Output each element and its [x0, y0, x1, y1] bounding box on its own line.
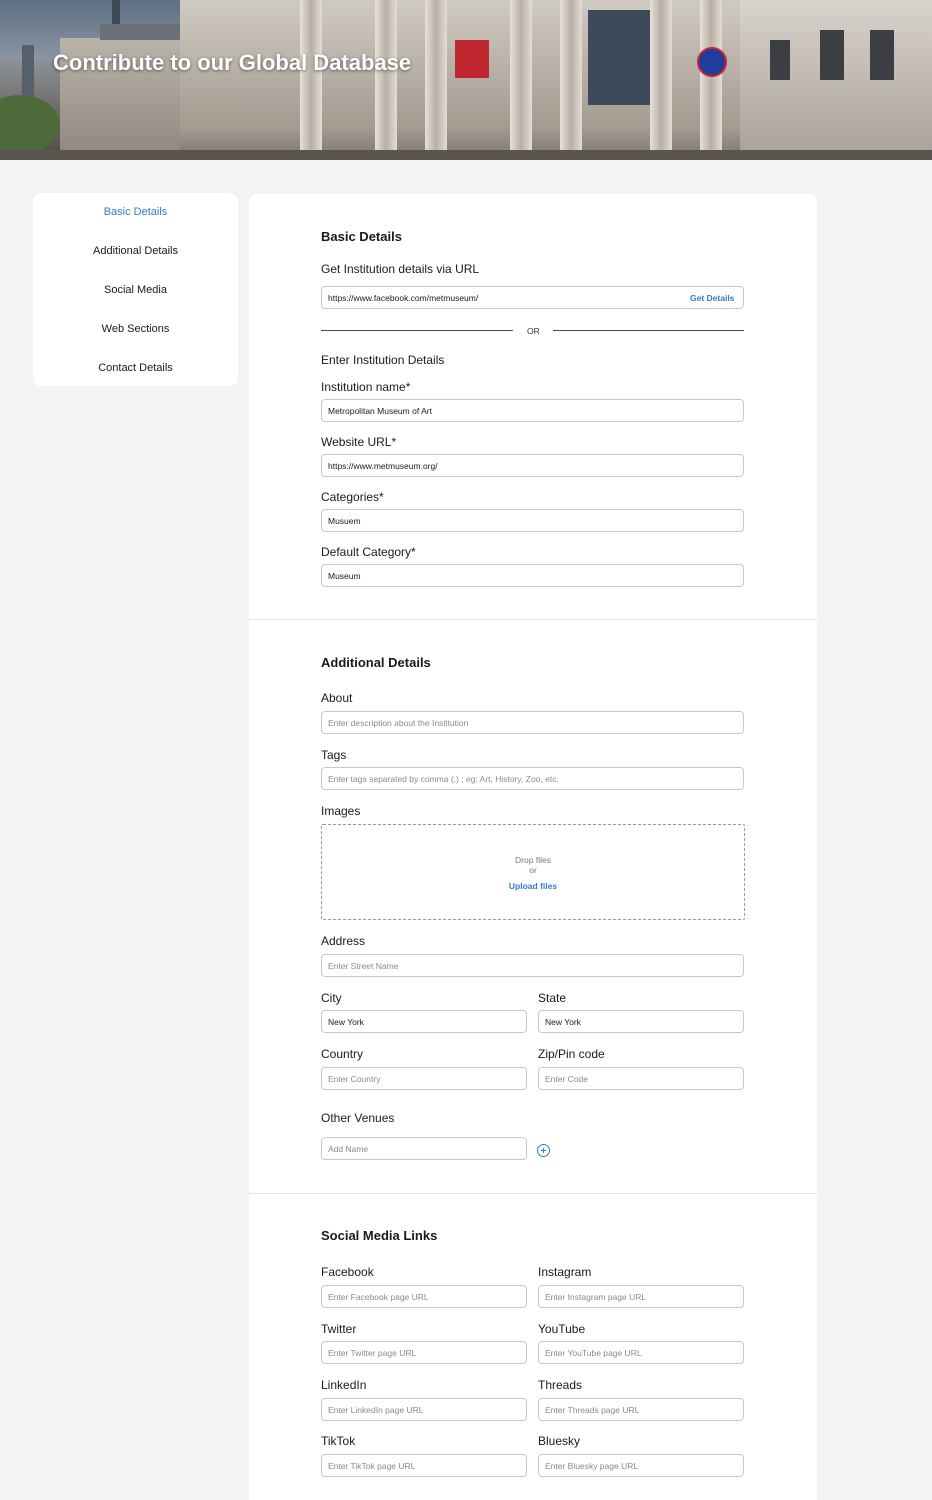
about-label: About	[321, 691, 353, 705]
sidebar-item-web-sections[interactable]: Web Sections	[33, 323, 238, 335]
country-label: Country	[321, 1047, 364, 1061]
social-media-heading: Social Media Links	[321, 1228, 438, 1243]
hero-window	[820, 30, 844, 80]
basic-details-heading: Basic Details	[321, 229, 402, 244]
dropzone-or-text: or	[529, 865, 537, 875]
categories-input[interactable]	[321, 509, 744, 532]
section-divider	[249, 619, 817, 620]
institution-name-input[interactable]	[321, 399, 744, 422]
other-venue-input[interactable]	[321, 1137, 527, 1160]
twitter-url-input[interactable]	[321, 1341, 527, 1364]
facebook-label: Facebook	[321, 1265, 374, 1279]
hero-column	[560, 0, 582, 160]
sidebar-item-contact-details[interactable]: Contact Details	[33, 362, 238, 374]
hero-window	[770, 40, 790, 80]
state-input[interactable]	[538, 1010, 744, 1033]
hero-column	[650, 0, 672, 160]
categories-label: Categories*	[321, 490, 384, 504]
bluesky-label: Bluesky	[538, 1434, 581, 1448]
other-venues-label: Other Venues	[321, 1111, 395, 1125]
upload-files-link[interactable]: Upload files	[322, 881, 744, 891]
hero-column	[375, 0, 397, 160]
default-category-label: Default Category*	[321, 545, 416, 559]
hero-tree	[0, 95, 60, 155]
hero-column	[425, 0, 447, 160]
zip-label: Zip/Pin code	[538, 1047, 605, 1061]
instagram-label: Instagram	[538, 1265, 592, 1279]
hero-column	[700, 0, 722, 160]
youtube-url-input[interactable]	[538, 1341, 744, 1364]
state-label: State	[538, 991, 567, 1005]
twitter-label: Twitter	[321, 1322, 357, 1336]
institution-url-input[interactable]	[321, 286, 744, 309]
enter-details-label: Enter Institution Details	[321, 353, 445, 367]
section-divider	[249, 1193, 817, 1194]
or-divider-left	[321, 330, 513, 331]
tags-label: Tags	[321, 748, 347, 762]
youtube-label: YouTube	[538, 1322, 586, 1336]
section-sidebar: Basic Details Additional Details Social …	[33, 193, 238, 386]
sidebar-item-basic-details[interactable]: Basic Details	[33, 206, 238, 218]
address-label: Address	[321, 934, 366, 948]
default-category-input[interactable]	[321, 564, 744, 587]
about-input[interactable]	[321, 711, 744, 734]
get-details-button[interactable]: Get Details	[690, 293, 734, 303]
images-label: Images	[321, 804, 361, 818]
sidebar-item-additional-details[interactable]: Additional Details	[33, 245, 238, 257]
image-dropzone[interactable]: Drop files or Upload files	[321, 824, 745, 920]
institution-name-label: Institution name*	[321, 380, 411, 394]
or-divider-right	[553, 330, 744, 331]
threads-url-input[interactable]	[538, 1398, 744, 1421]
hero-window	[870, 30, 894, 80]
via-url-label: Get Institution details via URL	[321, 262, 480, 276]
facebook-url-input[interactable]	[321, 1285, 527, 1308]
hero-banner: Contribute to our Global Database	[0, 0, 932, 160]
hero-street-sign	[697, 47, 727, 77]
or-divider-text: OR	[527, 326, 540, 336]
website-url-label: Website URL*	[321, 435, 397, 449]
hero-exhibit-banner	[588, 10, 650, 105]
linkedin-label: LinkedIn	[321, 1378, 367, 1392]
tiktok-label: TikTok	[321, 1434, 356, 1448]
hero-column	[510, 0, 532, 160]
add-venue-plus-icon[interactable]	[537, 1144, 550, 1157]
city-label: City	[321, 991, 342, 1005]
instagram-url-input[interactable]	[538, 1285, 744, 1308]
hero-column	[300, 0, 322, 160]
threads-label: Threads	[538, 1378, 583, 1392]
bluesky-url-input[interactable]	[538, 1454, 744, 1477]
tags-input[interactable]	[321, 767, 744, 790]
country-input[interactable]	[321, 1067, 527, 1090]
additional-details-heading: Additional Details	[321, 655, 431, 670]
hero-street	[0, 150, 932, 160]
website-url-input[interactable]	[321, 454, 744, 477]
page-title: Contribute to our Global Database	[53, 50, 412, 75]
hero-right-building	[740, 0, 932, 160]
sidebar-item-social-media[interactable]: Social Media	[33, 284, 238, 296]
zip-input[interactable]	[538, 1067, 744, 1090]
address-input[interactable]	[321, 954, 744, 977]
city-input[interactable]	[321, 1010, 527, 1033]
hero-red-banner	[455, 40, 489, 78]
linkedin-url-input[interactable]	[321, 1398, 527, 1421]
tiktok-url-input[interactable]	[321, 1454, 527, 1477]
drop-files-text: Drop files	[515, 855, 551, 865]
